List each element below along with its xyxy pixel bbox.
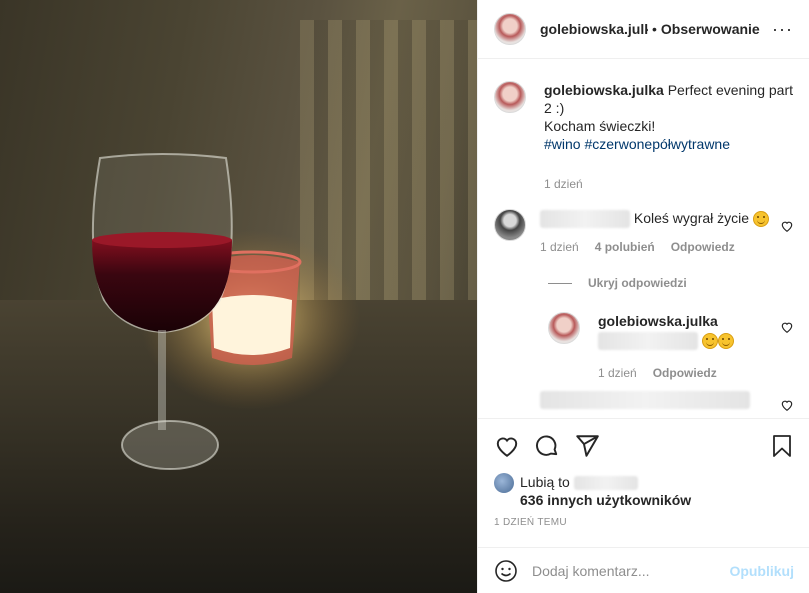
likes-summary: Lubią to 636 innych użytkowników [494,473,794,509]
add-comment-bar: Dodaj komentarz... Opublikuj [478,547,809,593]
comment-text: Koleś wygrał życie [633,210,750,226]
reply-heart-icon[interactable] [780,320,794,334]
post-photo[interactable] [0,0,477,593]
caption-time[interactable]: 1 dzień [544,175,583,193]
publish-button[interactable]: Opublikuj [729,563,794,579]
hide-replies-line [548,282,572,284]
reply-avatar[interactable] [548,312,580,345]
hashtag-czerwonepolwytrawne[interactable]: #czerwonepółwytrawne [584,136,730,152]
partial-heart-icon[interactable] [780,398,794,412]
liker-username-blurred[interactable] [573,476,638,491]
comment-time[interactable]: 1 dzień [540,238,579,256]
wine-and-candle-illustration [91,153,360,470]
post-header: golebiowska.julka • Obserwowanie ··· [478,0,809,59]
post-actions: Lubią to 636 innych użytkowników 1 DZIEŃ… [478,418,809,528]
author-username[interactable]: golebiowska.julka [540,21,648,37]
hide-replies-toggle[interactable]: Ukryj odpowiedzi [548,276,794,290]
author-avatar[interactable] [494,13,526,45]
post-caption: golebiowska.julka Perfect evening part 2… [494,59,794,193]
heart-icon[interactable] [494,433,520,459]
reply-time[interactable]: 1 dzień [598,364,637,382]
likes-others[interactable]: 636 innych użytkowników [520,492,691,508]
reply-reply-button[interactable]: Odpowiedz [653,364,717,382]
following-button[interactable]: Obserwowanie [661,21,760,37]
comment-heart-icon[interactable] [780,219,794,233]
liker-avatar[interactable] [494,473,514,493]
comment-input[interactable]: Dodaj komentarz... [532,563,729,579]
reply-username[interactable]: golebiowska.julka [598,313,718,329]
comment-likes[interactable]: 4 polubień [595,238,655,256]
comment-icon[interactable] [534,433,560,459]
smiling-emoji-icon [701,332,718,349]
comment-item: Koleś wygrał życie 1 dzień 4 polubień Od… [494,209,794,256]
reply-button[interactable]: Odpowiedz [671,238,735,256]
smiling-emoji-icon [717,332,734,349]
smiling-emoji-icon [752,211,769,228]
comment-item-partial [494,390,794,412]
caption-username[interactable]: golebiowska.julka [544,82,664,98]
separator-dot: • [652,21,657,37]
bookmark-icon[interactable] [770,433,794,459]
smiley-icon[interactable] [494,559,518,583]
more-options-icon[interactable]: ··· [772,19,793,40]
comments-section[interactable]: golebiowska.julka Perfect evening part 2… [478,59,809,418]
post-sidebar: golebiowska.julka • Obserwowanie ··· gol… [477,0,809,593]
commenter-username-blurred[interactable] [540,210,630,229]
caption-line2: Kocham świeczki! [544,118,656,134]
caption-avatar[interactable] [494,81,526,113]
likes-prefix: Lubią to [520,474,570,490]
partial-comment-blurred [540,390,750,409]
hide-replies-label[interactable]: Ukryj odpowiedzi [588,276,687,290]
paper-plane-icon[interactable] [574,433,600,459]
reply-mention-blurred[interactable] [598,331,698,350]
commenter-avatar[interactable] [494,209,526,241]
post-time[interactable]: 1 DZIEŃ TEMU [494,517,794,528]
reply-item: golebiowska.julka 1 dzień Odpowiedz [548,312,794,381]
hashtag-wino[interactable]: #wino [544,136,581,152]
